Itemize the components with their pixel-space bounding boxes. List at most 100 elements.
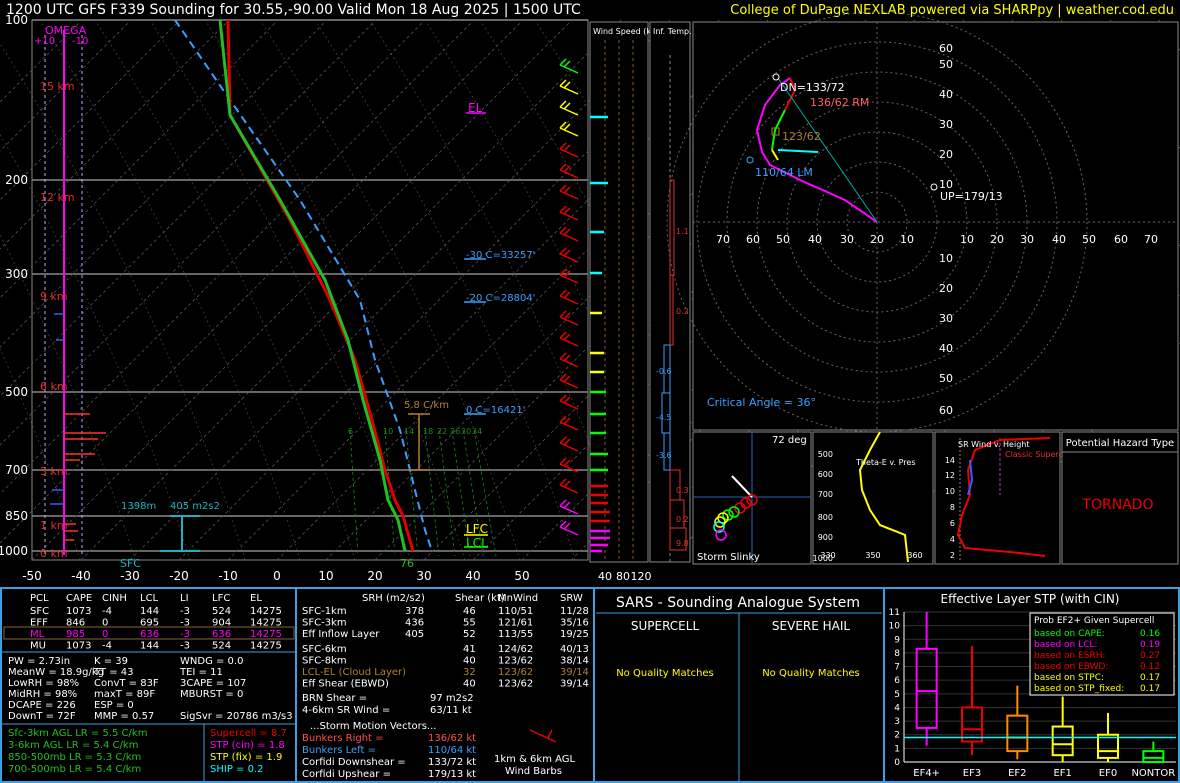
kin-cell: 32 <box>463 667 476 678</box>
hodo-x: 20 <box>990 233 1004 246</box>
kin-cell: 436 <box>405 618 424 629</box>
height-label: 1 km <box>40 519 68 532</box>
mixratio-label: 30 <box>461 427 471 436</box>
temp-tick: -10 <box>218 569 238 583</box>
omega-tick: -10 <box>72 36 88 47</box>
parcel-cell: -4 <box>102 606 112 617</box>
hazard-header: Potential Hazard Type <box>1066 438 1174 449</box>
stp-category: EF1 <box>1053 768 1071 779</box>
stp-ytick: 1 <box>894 744 900 754</box>
lapse-rate: 3-6km AGL LR = 5.4 C/km <box>8 740 138 751</box>
parcel-cell: 636 <box>140 629 159 640</box>
kin-cell: 41 <box>463 644 476 655</box>
motion-label: Bunkers Right = <box>302 733 384 744</box>
parcel-header: CINH <box>102 593 127 604</box>
thetae-ytick: 500 <box>818 450 833 459</box>
parcel-cell: SFC <box>30 606 49 617</box>
parcel-cell: -3 <box>180 606 190 617</box>
parcel-cell: 846 <box>66 618 85 629</box>
barb-label: Wind Barbs <box>505 766 562 777</box>
mixratio-label: 14 <box>404 427 414 436</box>
hodo-x: 60 <box>746 233 760 246</box>
stp-category: EF2 <box>1008 768 1026 779</box>
stp-box <box>1142 741 1165 763</box>
kin-cell: 39/14 <box>560 679 589 690</box>
hodo-x: 50 <box>776 233 790 246</box>
thetae-label: Theta-E v. Pres <box>855 458 916 467</box>
stp-category: EF0 <box>1099 768 1117 779</box>
parcel-cell: 904 <box>212 618 231 629</box>
parcel-cell: MU <box>30 641 46 652</box>
minus30-level: -30 C=33257' <box>466 250 535 261</box>
sars-hail: SEVERE HAIL <box>772 619 850 633</box>
lcl-label: LCL <box>466 536 488 550</box>
stp-ytick: 6 <box>894 676 900 686</box>
hodo-lm: 110/64 LM <box>755 166 813 179</box>
adv-value: -0.6 <box>656 367 672 376</box>
motion-header: ...Storm Motion Vectors... <box>310 721 436 732</box>
parcel-cell: EFF <box>30 618 48 629</box>
height-label: 15 km <box>40 80 75 93</box>
stp-legend-value: 0.16 <box>1140 629 1160 639</box>
temp-advection-panel <box>649 21 691 563</box>
stp-box <box>915 612 938 746</box>
stp-ytick: 5 <box>894 690 900 700</box>
motion-label: Corfidi Downshear = <box>302 757 406 768</box>
height-label: 6 km <box>40 380 68 393</box>
parcel-header: LI <box>180 593 189 604</box>
kin-cell: 123/62 <box>498 656 533 667</box>
hodo-mean: 123/62 <box>782 130 821 143</box>
parcel-cell: 0 <box>102 618 108 629</box>
parcel-cell: 695 <box>140 618 159 629</box>
index-value: PW = 2.73in <box>8 656 70 667</box>
kin-cell: 113/55 <box>498 629 533 640</box>
lfc-label: LFC <box>466 522 488 536</box>
kin-cell: 124/62 <box>498 644 533 655</box>
hodo-ring: 60 <box>939 42 953 55</box>
parcel-cell: 1073 <box>66 641 91 652</box>
kin-cell: 46 <box>463 606 476 617</box>
parcel-cell: 14275 <box>250 629 282 640</box>
stp-ytick: 9 <box>894 635 900 645</box>
srwind-ytick: 14 <box>945 456 955 465</box>
kin-cell: 123/62 <box>498 667 533 678</box>
pressure-tick: 850 <box>5 509 28 523</box>
omega-tick: +10 <box>34 36 55 47</box>
index-value: SigSvr = 20786 m3/s3 <box>180 711 293 722</box>
srwind-ytick: 6 <box>950 519 955 528</box>
stp-ytick: 10 <box>889 622 901 632</box>
kin-cell: SFC-8km <box>302 656 347 667</box>
stp-legend-value: 0.17 <box>1140 684 1160 694</box>
hodo-ring: 50 <box>939 372 953 385</box>
wind-speed-tick: 80 <box>616 570 630 583</box>
parcel-header: PCL <box>30 593 49 604</box>
parcel-header: LCL <box>140 593 159 604</box>
hodo-ring: 20 <box>939 282 953 295</box>
srwind-ytick: 10 <box>945 487 955 496</box>
kin-cell: 19/25 <box>560 629 589 640</box>
parcel-cell: ML <box>30 629 45 640</box>
stp-ytick: 0 <box>894 758 900 768</box>
kin-cell: 123/62 <box>498 679 533 690</box>
hodo-x: 10 <box>900 233 914 246</box>
parcel-cell: 14275 <box>250 641 282 652</box>
index-value: ConvT = 83F <box>94 678 159 689</box>
hodo-ring: 10 <box>939 252 953 265</box>
kin-cell: 110/51 <box>498 606 533 617</box>
index-value: MBURST = 0 <box>180 689 243 700</box>
wind-speed-tick: 40 <box>598 570 612 583</box>
sfc-temp: 76 <box>400 557 414 570</box>
mixratio-label: 6 <box>348 427 353 436</box>
adv-value: 1.1 <box>676 227 689 236</box>
parcel-cell: 524 <box>212 641 231 652</box>
hodo-x: 60 <box>1114 233 1128 246</box>
hodo-ring: 60 <box>939 404 953 417</box>
kin-cell: 38/14 <box>560 656 589 667</box>
parcel-header: LFC <box>212 593 230 604</box>
thetae-xtick: 330 <box>820 551 835 560</box>
storm-slinky-panel <box>692 431 812 565</box>
hodo-rm: 136/62 RM <box>810 96 869 109</box>
barb-label: 1km & 6km AGL <box>494 754 576 765</box>
stp-legend-value: 0.12 <box>1140 662 1160 672</box>
composite-param: STP (cin) = 1.8 <box>210 740 285 751</box>
